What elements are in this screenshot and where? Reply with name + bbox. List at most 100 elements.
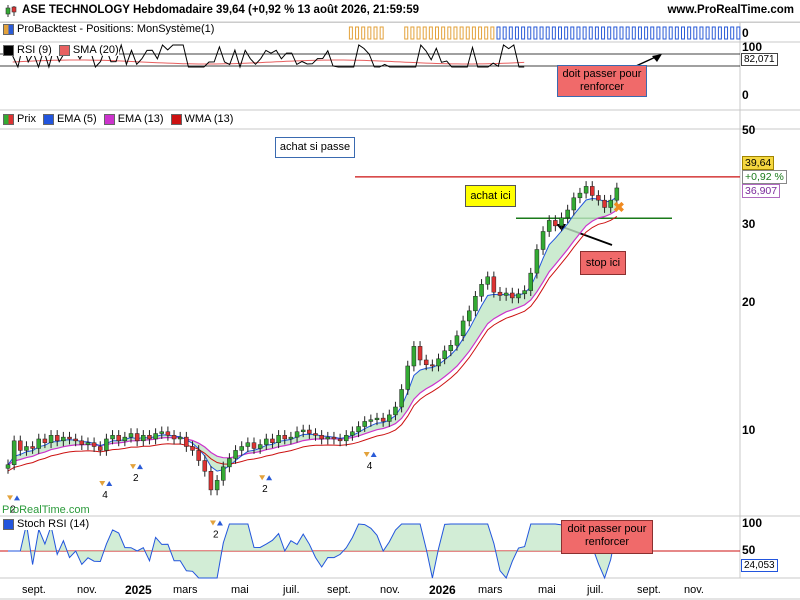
candle-body: [122, 436, 128, 442]
probacktest-bar: [410, 26, 415, 40]
probacktest-bar: [650, 26, 655, 40]
price-legend: Prix EMA (5) EMA (13) WMA (13): [3, 113, 234, 125]
probacktest-bar: [551, 26, 556, 40]
candle-body: [479, 284, 484, 297]
x-label-mars-2: mars: [478, 584, 503, 596]
candle-body: [221, 466, 226, 481]
candle-body: [393, 406, 398, 416]
candle-body: [233, 450, 238, 459]
price-value-label: 39,64: [742, 156, 775, 170]
candle-body: [294, 431, 300, 438]
candle-body: [251, 442, 257, 449]
probacktest-bar: [348, 26, 353, 40]
signal-arrow-down: [259, 475, 266, 481]
candle-body: [590, 186, 595, 196]
candle-body: [337, 438, 343, 442]
candle-body: [307, 429, 312, 434]
probacktest-bar: [508, 26, 513, 40]
candle-body: [288, 436, 294, 440]
candle-body: [104, 438, 109, 451]
x-label-2026: 2026: [429, 583, 456, 597]
candle-body: [417, 346, 423, 361]
achat-si-passe-box[interactable]: achat si passe: [275, 137, 355, 158]
probacktest-bar: [373, 26, 378, 40]
rsi-axis-100: 100: [742, 40, 763, 54]
candle-body: [442, 350, 447, 360]
candle-body: [42, 438, 48, 443]
ema13-line: [7, 209, 618, 466]
stoch-axis-50: 50: [742, 543, 756, 557]
candle-body: [214, 480, 220, 491]
candle-body: [350, 431, 355, 436]
x-label-nov-3: nov.: [684, 584, 704, 596]
probacktest-bar: [422, 26, 427, 40]
candle-body: [171, 435, 177, 440]
candle-body: [147, 435, 152, 440]
x-label-mai-1: mai: [231, 584, 249, 596]
signal-arrow-up: [137, 464, 143, 470]
candle-body: [331, 436, 337, 440]
candle-body: [245, 442, 251, 447]
probacktest-bar: [730, 26, 735, 40]
probacktest-bar: [361, 26, 366, 40]
price-axis-10: 10: [742, 423, 756, 437]
stoch-value-label: 24,053: [741, 559, 778, 572]
wma13-line: [7, 215, 618, 472]
candle-body: [257, 444, 263, 449]
candle-body: [405, 365, 410, 390]
ema5-line: [7, 196, 618, 472]
candle-body: [516, 293, 521, 299]
candle-body: [411, 346, 417, 367]
x-label-sept-3: sept.: [637, 584, 661, 596]
candle-body: [362, 421, 367, 427]
probacktest-bar: [502, 26, 507, 40]
probacktest-bar: [582, 26, 587, 40]
sma-swatch: [58, 44, 70, 56]
rsi-axis-0: 0: [742, 88, 749, 102]
price-axis-20: 20: [742, 295, 756, 309]
candle-body: [356, 426, 361, 432]
signal-arrow-up: [14, 495, 20, 501]
candle-body: [553, 220, 558, 227]
candle-body: [11, 440, 17, 465]
probacktest-bar: [625, 26, 630, 40]
candle-body: [583, 186, 589, 194]
sma-label: SMA (20): [72, 44, 119, 56]
candle-body: [399, 389, 404, 408]
candle-body: [436, 358, 441, 367]
candle-body: [503, 292, 509, 296]
probacktest-bar: [576, 26, 581, 40]
candle-body: [61, 436, 66, 442]
probacktest-bar: [521, 26, 526, 40]
probacktest-bar: [496, 26, 501, 40]
signal-arrow-down: [363, 452, 370, 458]
probacktest-label: ProBacktest - Positions: MonSystème(1): [17, 23, 215, 35]
probacktest-bar: [490, 26, 495, 40]
signal-count: 2: [213, 530, 219, 541]
probacktest-bar: [619, 26, 624, 40]
candle-body: [196, 450, 201, 461]
candle-body: [485, 276, 490, 285]
probacktest-bar: [404, 26, 409, 40]
candle-body: [577, 192, 583, 199]
price-axis-30: 30: [742, 217, 756, 231]
candle-body: [325, 436, 331, 440]
achat-ici-box[interactable]: achat ici: [465, 185, 516, 207]
doit-passer-top-box[interactable]: doit passer pour renforcer: [557, 65, 647, 97]
candle-body: [153, 433, 158, 440]
candle-body: [48, 435, 54, 443]
candle-body: [546, 220, 552, 232]
candle-body: [165, 431, 171, 436]
rsi-value-label: 82,071: [741, 53, 778, 66]
probacktest-bar: [570, 26, 575, 40]
candle-body: [36, 438, 41, 449]
candle-body: [559, 217, 564, 227]
doit-passer-bottom-box[interactable]: doit passer pour renforcer: [561, 520, 653, 554]
stop-ici-box[interactable]: stop ici: [580, 251, 626, 275]
candle-body: [110, 435, 115, 440]
probacktest-bar: [644, 26, 649, 40]
probacktest-bar: [465, 26, 470, 40]
candle-body: [319, 435, 324, 440]
signal-arrow-up: [106, 481, 113, 487]
signal-arrow-down: [99, 481, 106, 487]
